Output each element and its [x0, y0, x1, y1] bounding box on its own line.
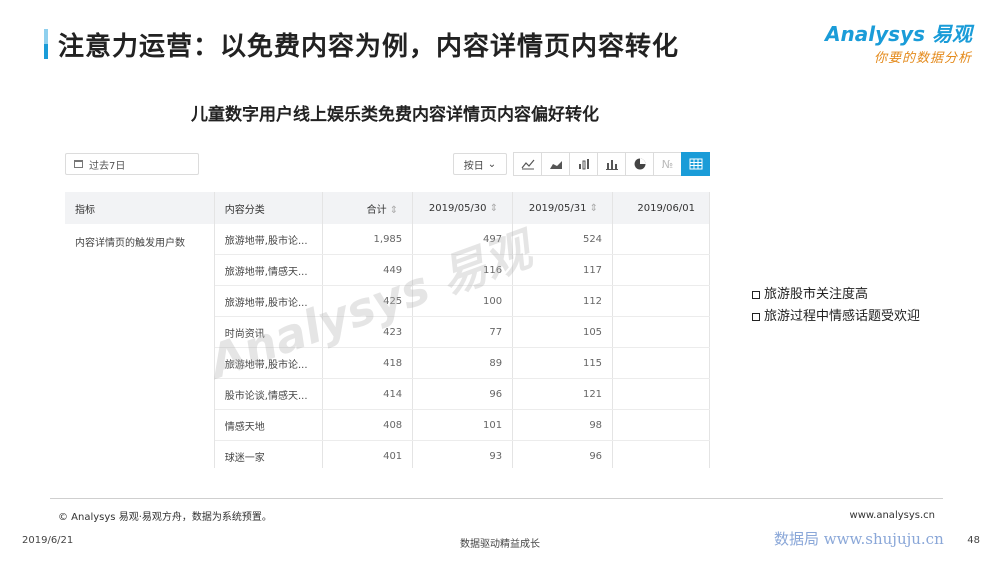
date-3-cell: [612, 440, 710, 468]
bar-icon: [605, 160, 618, 170]
category-cell: 旅游地带,股市论...: [214, 285, 324, 317]
page-number: 48: [967, 535, 980, 546]
sort-icon: ⇕: [489, 202, 499, 214]
table-row: 内容详情页的触发用户数 旅游地带,股市论... 1,985 497 524: [65, 224, 710, 468]
table-icon: [689, 158, 702, 170]
header-date-2-label: 2019/05/31: [528, 202, 587, 214]
header-date-1[interactable]: 2019/05/30 ⇕: [412, 192, 514, 224]
website-link[interactable]: www.analysys.cn: [850, 510, 935, 521]
area-icon: [549, 161, 562, 169]
total-cell: 1,985: [322, 224, 414, 255]
title-accent-highlight: [44, 29, 48, 44]
logo-tagline: 你要的数据分析: [873, 51, 972, 66]
header-date-2[interactable]: 2019/05/31 ⇕: [512, 192, 614, 224]
total-cell: 425: [322, 285, 414, 317]
header-total-label: 合计: [366, 204, 387, 216]
bullet-item: 旅游过程中情感话题受欢迎: [752, 306, 920, 328]
date-1-cell: 93: [412, 440, 514, 468]
analysys-logo: Analysys 易观 你要的数据分析: [825, 18, 972, 66]
table-view-button[interactable]: [681, 152, 710, 176]
date-2-cell: 117: [512, 254, 614, 286]
date-1-cell: 89: [412, 347, 514, 379]
page-title: 注意力运营：以免费内容为例，内容详情页内容转化: [58, 32, 680, 62]
pie-icon: [634, 158, 645, 170]
granularity-label: 按日: [463, 160, 484, 172]
calendar-icon: [74, 160, 83, 168]
data-table: 指标 内容分类 合计 ⇕ 2019/05/30 ⇕ 2019/05/31 ⇕ 2…: [65, 192, 710, 468]
key-findings: 旅游股市关注度高 旅游过程中情感话题受欢迎: [752, 284, 920, 328]
logo-main-text: Analysys 易观: [825, 22, 972, 46]
date-3-cell: [612, 347, 710, 379]
date-3-cell: [612, 409, 710, 441]
category-cell: 情感天地: [214, 409, 324, 441]
date-2-cell: 112: [512, 285, 614, 317]
header-date-1-label: 2019/05/30: [428, 202, 487, 214]
date-1-cell: 77: [412, 316, 514, 348]
line-icon: [521, 159, 534, 170]
sort-icon: ⇕: [589, 202, 599, 214]
date-3-cell: [612, 316, 710, 348]
header-category: 内容分类: [214, 192, 324, 224]
category-cell: 股市论谈,情感天...: [214, 378, 324, 410]
header-date-3[interactable]: 2019/06/01: [612, 192, 710, 224]
date-1-cell: 101: [412, 409, 514, 441]
date-3-cell: [612, 378, 710, 410]
number-icon: №: [661, 157, 674, 171]
total-cell: 423: [322, 316, 414, 348]
date-2-cell: 105: [512, 316, 614, 348]
date-3-cell: [612, 285, 710, 317]
sort-icon: ⇕: [389, 204, 399, 216]
category-cell: 旅游地带,股市论...: [214, 347, 324, 379]
date-range-picker[interactable]: 过去7日: [65, 153, 199, 175]
line-chart-view-button[interactable]: [513, 152, 542, 176]
data-table-container[interactable]: 指标 内容分类 合计 ⇕ 2019/05/30 ⇕ 2019/05/31 ⇕ 2…: [65, 192, 710, 468]
date-2-cell: 115: [512, 347, 614, 379]
date-range-label: 过去7日: [89, 160, 126, 172]
date-3-cell: [612, 254, 710, 286]
total-cell: 449: [322, 254, 414, 286]
total-cell: 401: [322, 440, 414, 468]
bullet-text: 旅游股市关注度高: [764, 287, 869, 302]
category-cell: 球迷一家: [214, 440, 324, 468]
date-2-cell: 96: [512, 440, 614, 468]
date-2-cell: 98: [512, 409, 614, 441]
category-cell: 旅游地带,情感天...: [214, 254, 324, 286]
site-watermark: 数据局 www.shujuju.cn: [774, 530, 944, 548]
table-header-row: 指标 内容分类 合计 ⇕ 2019/05/30 ⇕ 2019/05/31 ⇕ 2…: [65, 192, 710, 224]
chevron-down-icon: ⌄: [487, 158, 497, 170]
date-1-cell: 497: [412, 224, 514, 255]
category-cell: 时尚资讯: [214, 316, 324, 348]
header-metric: 指标: [65, 192, 215, 224]
stack-chart-view-button[interactable]: [569, 152, 598, 176]
footer-divider: [50, 498, 943, 499]
date-3-cell: [612, 224, 710, 255]
pie-chart-view-button[interactable]: [625, 152, 654, 176]
checkbox-square-icon: [752, 313, 760, 321]
total-cell: 408: [322, 409, 414, 441]
date-2-cell: 121: [512, 378, 614, 410]
area-chart-view-button[interactable]: [541, 152, 570, 176]
copyright-note: © Analysys 易观·易观方舟，数据为系统预置。: [58, 512, 272, 523]
checkbox-square-icon: [752, 291, 760, 299]
number-view-button[interactable]: №: [653, 152, 682, 176]
date-2-cell: 524: [512, 224, 614, 255]
bar-chart-view-button[interactable]: [597, 152, 626, 176]
total-cell: 414: [322, 378, 414, 410]
bullet-item: 旅游股市关注度高: [752, 284, 920, 306]
stack-icon: [578, 159, 589, 170]
header-total[interactable]: 合计 ⇕: [322, 192, 414, 224]
metric-cell: 内容详情页的触发用户数: [65, 224, 215, 468]
chart-title: 儿童数字用户线上娱乐类免费内容详情页内容偏好转化: [191, 105, 599, 125]
header-date-3-label: 2019/06/01: [637, 202, 695, 214]
date-1-cell: 100: [412, 285, 514, 317]
total-cell: 418: [322, 347, 414, 379]
bullet-text: 旅游过程中情感话题受欢迎: [764, 309, 921, 324]
category-cell: 旅游地带,股市论...: [214, 224, 324, 255]
date-1-cell: 96: [412, 378, 514, 410]
date-1-cell: 116: [412, 254, 514, 286]
granularity-select[interactable]: 按日 ⌄: [453, 153, 507, 175]
view-switcher: №: [513, 152, 710, 176]
